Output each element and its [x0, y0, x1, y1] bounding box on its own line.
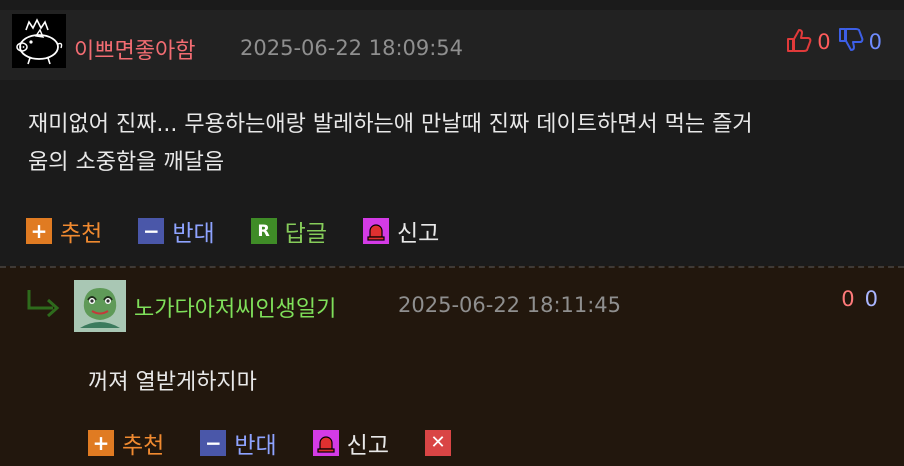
report-button[interactable]: 신고 — [312, 426, 389, 460]
oppose-label: 반대 — [172, 221, 215, 247]
comment-actions: + 추천 − 반대 R 답글 신고 — [26, 214, 475, 248]
oppose-button[interactable]: − 반대 — [200, 426, 277, 460]
recommend-button[interactable]: + 추천 — [26, 214, 102, 248]
thumbs-up-icon[interactable] — [785, 26, 813, 58]
oppose-button[interactable]: − 반대 — [138, 214, 215, 248]
reply-actions: + 추천 − 반대 신고 ✕ — [88, 426, 495, 460]
comment-divider — [0, 266, 904, 268]
downvote-count: 0 — [868, 30, 882, 54]
oppose-label: 반대 — [234, 433, 277, 459]
recommend-label: 추천 — [122, 433, 165, 459]
upvote-count: 0 — [841, 287, 855, 311]
siren-icon — [362, 218, 389, 244]
user-avatar[interactable] — [12, 14, 66, 68]
thumbs-down-icon[interactable] — [837, 26, 865, 58]
downvote-count: 0 — [864, 287, 878, 311]
comment-votes: 0 0 — [785, 28, 882, 56]
close-icon: ✕ — [424, 430, 451, 456]
delete-button[interactable]: ✕ — [424, 430, 459, 456]
reply-author[interactable]: 노가다아저씨인생일기 — [134, 291, 336, 323]
comment-author[interactable]: 이쁘면좋아함 — [74, 33, 195, 65]
minus-icon: − — [138, 218, 165, 244]
user-avatar[interactable] — [74, 280, 126, 332]
reply-button[interactable]: R 답글 — [250, 214, 327, 248]
comment-body-line: 움의 소중함을 깨달음 — [28, 150, 225, 175]
reply-votes: 0 0 — [841, 286, 878, 312]
upvote-count: 0 — [817, 30, 831, 54]
reply-body: 꺼져 열받게하지마 — [88, 370, 257, 395]
reply-timestamp: 2025-06-22 18:11:45 — [398, 293, 622, 317]
recommend-button[interactable]: + 추천 — [88, 426, 164, 460]
comment-timestamp: 2025-06-22 18:09:54 — [240, 36, 464, 60]
plus-icon: + — [26, 218, 52, 244]
minus-icon: − — [200, 430, 227, 456]
report-button[interactable]: 신고 — [362, 214, 440, 248]
siren-icon — [312, 430, 339, 456]
comment-main: 이쁘면좋아함 2025-06-22 18:09:54 0 0 재미없어 진짜..… — [0, 0, 904, 266]
comment-body: 재미없어 진짜... 무용하는애랑 발레하는애 만날때 진짜 데이트하면서 먹는… — [28, 106, 888, 182]
comment-body-line: 재미없어 진짜... 무용하는애랑 발레하는애 만날때 진짜 데이트하면서 먹는… — [28, 112, 753, 137]
report-label: 신고 — [396, 221, 440, 247]
plus-icon: + — [88, 430, 114, 456]
recommend-label: 추천 — [60, 221, 103, 247]
reply-r-icon: R — [250, 218, 277, 244]
report-label: 신고 — [346, 433, 389, 459]
reply-label: 답글 — [284, 221, 327, 247]
reply-arrow-icon — [26, 288, 62, 318]
